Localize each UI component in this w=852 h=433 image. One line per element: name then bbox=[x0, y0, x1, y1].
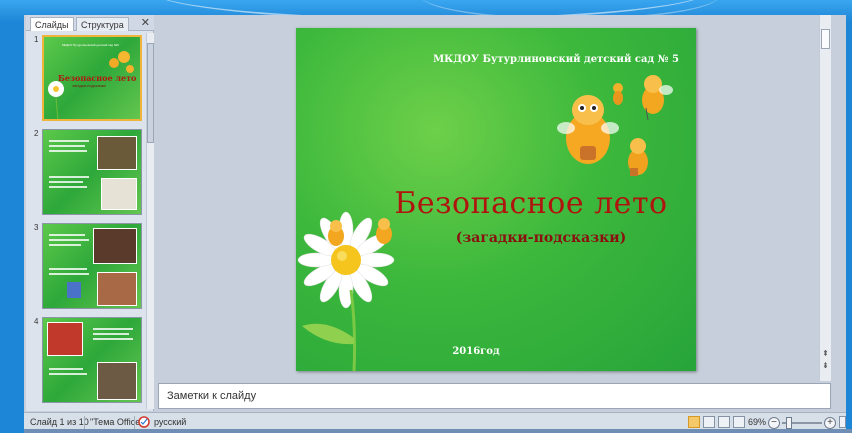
slide-editor: МКДОУ Бутурлиновский детский сад № 5 Без… bbox=[156, 15, 831, 381]
leaf bbox=[302, 323, 354, 345]
slideshow-icon[interactable] bbox=[733, 416, 745, 428]
zoom-slider-thumb[interactable] bbox=[786, 417, 792, 429]
slide-thumbnail-list: 1 МКДОУ Бутурлиновский детский сад №5 Бе… bbox=[26, 33, 144, 409]
current-slide[interactable]: МКДОУ Бутурлиновский детский сад № 5 Без… bbox=[296, 28, 696, 371]
thumbnail-row-3[interactable]: 3 bbox=[26, 221, 144, 311]
status-separator bbox=[84, 416, 85, 429]
bee-illustration bbox=[557, 95, 619, 164]
background-left-border bbox=[0, 22, 24, 433]
status-separator bbox=[134, 416, 135, 429]
slide-subtitle[interactable]: (загадки-подсказки) bbox=[416, 230, 666, 246]
scrollbar-thumb[interactable] bbox=[821, 29, 830, 49]
zoom-level[interactable]: 69% bbox=[748, 417, 766, 427]
thumbnail-number: 1 bbox=[34, 35, 39, 44]
powerpoint-window: Слайды Структура ✕ 1 МКДОУ Бутурлиновски… bbox=[24, 15, 846, 433]
slide-scrollbar[interactable]: ⇞ ⇟ bbox=[819, 15, 831, 381]
thumbnail-row-1[interactable]: 1 МКДОУ Бутурлиновский детский сад №5 Бе… bbox=[26, 33, 144, 123]
reading-view-icon[interactable] bbox=[718, 416, 730, 428]
theme-name[interactable]: "Тема Office" bbox=[90, 417, 143, 427]
normal-view-icon[interactable] bbox=[688, 416, 700, 428]
language-indicator[interactable]: русский bbox=[154, 417, 186, 427]
slide-thumbnail-1[interactable]: МКДОУ Бутурлиновский детский сад №5 Безо… bbox=[42, 35, 142, 121]
spellcheck-icon[interactable] bbox=[138, 416, 150, 428]
slide-footer[interactable]: 2016год bbox=[436, 346, 516, 357]
slide-thumbnail-3[interactable] bbox=[42, 223, 142, 309]
scrollbar-thumb[interactable] bbox=[147, 43, 154, 143]
tab-slides[interactable]: Слайды bbox=[30, 17, 74, 31]
thumbnail-number: 4 bbox=[34, 317, 39, 326]
thumbnail-row-2[interactable]: 2 bbox=[26, 127, 144, 217]
thumbnail-title: Безопасное лето bbox=[58, 73, 137, 83]
previous-slide-icon[interactable]: ⇞ bbox=[821, 349, 830, 359]
slide-header-text[interactable]: МКДОУ Бутурлиновский детский сад № 5 bbox=[296, 54, 696, 65]
daisy-stem bbox=[349, 289, 357, 371]
background-right-border bbox=[846, 22, 852, 433]
slides-panel: Слайды Структура ✕ 1 МКДОУ Бутурлиновски… bbox=[26, 15, 154, 411]
fit-window-icon[interactable] bbox=[839, 416, 846, 428]
slide-thumbnail-2[interactable] bbox=[42, 129, 142, 215]
next-slide-icon[interactable]: ⇟ bbox=[821, 361, 830, 371]
bee-illustration bbox=[628, 138, 648, 176]
thumbnails-scrollbar[interactable] bbox=[146, 33, 154, 409]
close-icon[interactable]: ✕ bbox=[141, 16, 150, 30]
tab-outline[interactable]: Структура bbox=[76, 17, 129, 31]
panel-tabs: Слайды Структура ✕ bbox=[26, 15, 154, 31]
thumbnail-subtitle: загадки-подсказки bbox=[72, 83, 106, 88]
slide-sorter-icon[interactable] bbox=[703, 416, 715, 428]
bee-illustration bbox=[613, 83, 623, 105]
thumbnail-number: 2 bbox=[34, 129, 39, 138]
slide-title[interactable]: Безопасное лето bbox=[376, 186, 686, 221]
notes-placeholder[interactable]: Заметки к слайду bbox=[167, 390, 256, 402]
slide-counter[interactable]: Слайд 1 из 10 bbox=[30, 417, 89, 427]
zoom-in-button[interactable]: + bbox=[824, 417, 836, 429]
zoom-out-button[interactable]: − bbox=[768, 417, 780, 429]
notes-pane[interactable]: Заметки к слайду bbox=[158, 383, 831, 409]
thumbnail-number: 3 bbox=[34, 223, 39, 232]
thumbnail-row-4[interactable]: 4 bbox=[26, 315, 144, 405]
bee-illustration bbox=[642, 75, 673, 121]
taskbar-strip bbox=[24, 429, 852, 433]
slide-thumbnail-4[interactable] bbox=[42, 317, 142, 403]
